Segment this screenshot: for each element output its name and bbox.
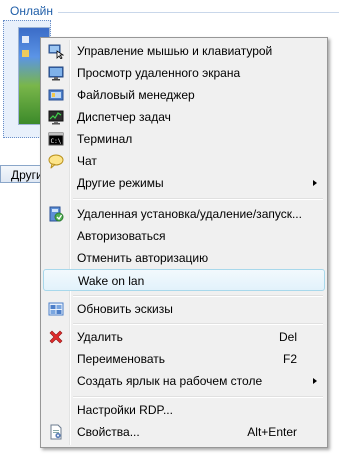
chat-icon xyxy=(48,154,64,169)
menu-item-label: Отменить авторизацию xyxy=(77,251,209,265)
menu-item-label: Настройки RDP... xyxy=(77,403,173,417)
file-manager-icon xyxy=(48,89,64,101)
menu-item-delete[interactable]: Удалить Del xyxy=(43,326,325,348)
menu-item-task-manager[interactable]: Диспетчер задач xyxy=(43,106,325,128)
delete-icon xyxy=(49,330,63,344)
menu-item-label: Авторизоваться xyxy=(77,229,166,243)
menu-item-properties[interactable]: Свойства... Alt+Enter xyxy=(43,421,325,443)
menu-item-file-manager[interactable]: Файловый менеджер xyxy=(43,84,325,106)
menu-item-terminal[interactable]: C:\ Терминал xyxy=(43,128,325,150)
remote-install-icon xyxy=(49,206,64,222)
menu-item-rename[interactable]: Переименовать F2 xyxy=(43,348,325,370)
menu-item-label: Переименовать xyxy=(77,352,165,366)
menu-item-label: Свойства... xyxy=(77,425,140,439)
submenu-arrow-icon xyxy=(313,378,317,384)
refresh-thumbnails-icon xyxy=(48,302,64,316)
menu-item-shortcut: Alt+Enter xyxy=(247,425,297,439)
menu-item-wake-on-lan[interactable]: Wake on lan xyxy=(43,269,325,291)
group-label-online: Онлайн xyxy=(10,4,53,18)
menu-item-label: Удаленная установка/удаление/запуск... xyxy=(77,207,302,221)
submenu-arrow-icon xyxy=(313,180,317,186)
menu-item-refresh-thumbnails[interactable]: Обновить эскизы xyxy=(43,298,325,320)
svg-text:C:\: C:\ xyxy=(51,138,62,145)
terminal-icon: C:\ xyxy=(48,132,64,146)
menu-item-label: Другие режимы xyxy=(77,176,164,190)
remote-screen-icon xyxy=(48,66,64,81)
menu-separator xyxy=(73,396,323,397)
context-menu: Управление мышью и клавиатурой Просмотр … xyxy=(40,37,328,448)
menu-item-label: Терминал xyxy=(77,132,133,146)
menu-item-mouse-keyboard-control[interactable]: Управление мышью и клавиатурой xyxy=(43,40,325,62)
other-button[interactable]: Други xyxy=(0,165,44,183)
menu-item-label: Обновить эскизы xyxy=(77,302,173,316)
menu-item-label: Просмотр удаленного экрана xyxy=(77,66,241,80)
menu-item-create-desktop-shortcut[interactable]: Создать ярлык на рабочем столе xyxy=(43,370,325,392)
menu-separator xyxy=(73,198,323,199)
menu-item-label: Wake on lan xyxy=(78,274,145,288)
menu-separator xyxy=(73,323,323,324)
menu-item-chat[interactable]: Чат xyxy=(43,150,325,172)
menu-separator xyxy=(73,295,323,296)
menu-item-authorize[interactable]: Авторизоваться xyxy=(43,225,325,247)
menu-item-cancel-authorization[interactable]: Отменить авторизацию xyxy=(43,247,325,269)
menu-item-remote-screen-view[interactable]: Просмотр удаленного экрана xyxy=(43,62,325,84)
task-manager-icon xyxy=(48,110,64,125)
menu-item-label: Файловый менеджер xyxy=(77,88,195,102)
menu-item-label: Создать ярлык на рабочем столе xyxy=(77,374,263,388)
group-divider xyxy=(58,12,339,13)
menu-item-label: Удалить xyxy=(77,330,123,344)
menu-item-rdp-settings[interactable]: Настройки RDP... xyxy=(43,399,325,421)
menu-item-shortcut: Del xyxy=(278,330,297,344)
menu-item-remote-install[interactable]: Удаленная установка/удаление/запуск... xyxy=(43,203,325,225)
menu-item-label: Управление мышью и клавиатурой xyxy=(77,44,273,58)
mouse-keyboard-icon xyxy=(48,44,64,59)
properties-icon xyxy=(50,424,62,440)
menu-item-label: Диспетчер задач xyxy=(77,110,171,124)
menu-item-other-modes[interactable]: Другие режимы xyxy=(43,172,325,194)
menu-item-label: Чат xyxy=(77,154,97,168)
menu-item-shortcut: F2 xyxy=(282,352,297,366)
